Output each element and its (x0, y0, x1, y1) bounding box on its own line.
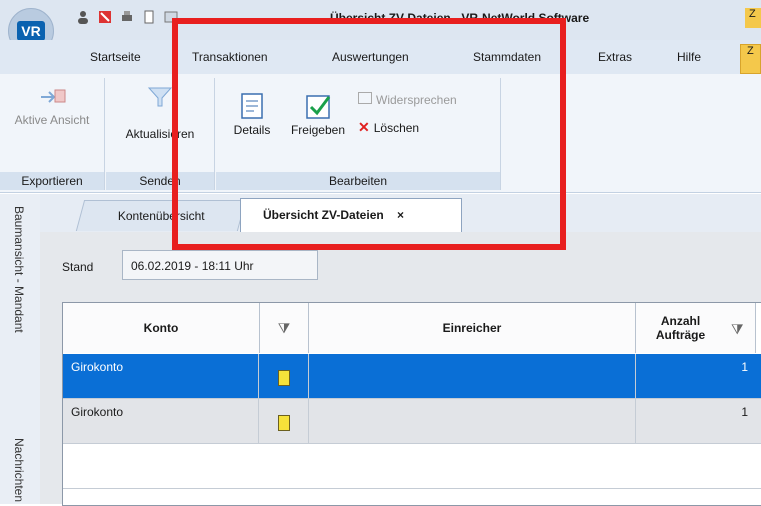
document-tab-bar: Kontenübersicht Übersicht ZV-Dateien × (40, 194, 761, 233)
app-logo-text: VR (17, 21, 45, 41)
print-icon[interactable] (120, 10, 134, 24)
group-label-senden: Senden (106, 172, 214, 190)
loeschen-button[interactable]: ✕ Löschen (358, 120, 478, 135)
doc-tab-kontenuebersicht-label: Kontenübersicht (117, 209, 205, 223)
checkmark-icon (306, 95, 331, 119)
details-icon (241, 93, 263, 119)
widersprechen-icon (358, 92, 372, 104)
details-label: Details (233, 123, 271, 137)
image-icon[interactable] (164, 10, 178, 24)
details-button[interactable]: Details (224, 92, 280, 137)
side-panel: Baumansicht - Mandant Nachrichten (0, 194, 41, 504)
cell-anzahl: 1 (741, 360, 748, 374)
table-row[interactable]: Girokonto 1 (63, 354, 761, 399)
delete-x-icon: ✕ (358, 119, 370, 135)
cell-einreicher (309, 354, 636, 398)
ribbon-group-bearbeiten: Details Freigeben Widersprechen ✕ Löschen… (216, 78, 501, 190)
freigeben-button[interactable]: Freigeben (280, 92, 356, 137)
cell-anzahl: 1 (741, 405, 748, 419)
widersprechen-button[interactable]: Widersprechen (358, 92, 500, 107)
export-arrow-icon (41, 89, 66, 103)
file-icon (278, 370, 290, 386)
aktive-ansicht-label: Aktive Ansicht (14, 113, 90, 127)
tab-active-fragment[interactable]: Z (740, 44, 761, 74)
stand-value-field: 06.02.2019 - 18:11 Uhr (122, 250, 318, 280)
doc-tab-zv-dateien[interactable]: Übersicht ZV-Dateien × (240, 198, 462, 233)
tab-hilfe[interactable]: Hilfe (677, 50, 701, 64)
column-header-filter[interactable]: ⧩ (260, 303, 309, 353)
close-tab-icon[interactable]: × (397, 208, 404, 222)
tab-startseite[interactable]: Startseite (90, 50, 141, 64)
freigeben-label: Freigeben (290, 123, 346, 137)
side-tab-nachrichten[interactable]: Nachrichten (12, 438, 26, 502)
aktualisieren-label: Aktualisieren (125, 127, 195, 141)
widersprechen-label: Widersprechen (376, 93, 457, 107)
tab-transaktionen[interactable]: Transaktionen (192, 50, 268, 64)
ribbon-group-exportieren: Aktive Ansicht Exportieren (0, 78, 105, 190)
table-row[interactable]: Girokonto 1 (63, 399, 761, 444)
quick-access-toolbar (76, 10, 178, 24)
title-right-fragment: Z (745, 8, 761, 28)
group-label-bearbeiten: Bearbeiten (216, 172, 500, 190)
aktualisieren-button[interactable]: Aktualisieren (110, 84, 210, 141)
cell-konto: Girokonto (63, 399, 259, 443)
document-icon[interactable] (142, 10, 156, 24)
anzahl-filter-icon[interactable]: ⧩ (731, 321, 744, 338)
aktive-ansicht-button[interactable]: Aktive Ansicht (12, 84, 92, 127)
cell-konto: Girokonto (63, 354, 259, 398)
tab-auswertungen[interactable]: Auswertungen (332, 50, 409, 64)
tab-stammdaten[interactable]: Stammdaten (473, 50, 541, 64)
tools-icon[interactable] (98, 10, 112, 24)
cell-icon (260, 399, 309, 443)
window-title: Übersicht ZV-Dateien - VR-NetWorld Softw… (330, 11, 590, 25)
ribbon: Aktive Ansicht Exportieren Aktualisieren… (0, 74, 761, 193)
user-icon[interactable] (76, 10, 90, 24)
doc-tab-zv-dateien-label: Übersicht ZV-Dateien (263, 208, 384, 222)
ribbon-group-senden: Aktualisieren Senden (106, 78, 215, 190)
group-label-exportieren: Exportieren (0, 172, 104, 190)
cell-icon (260, 354, 309, 398)
title-bar: VR Übersicht ZV-Dateien - VR-NetWorld So… (0, 0, 761, 54)
menu-tab-bar: Startseite Transaktionen Auswertungen St… (0, 40, 761, 75)
filter-funnel-icon (147, 87, 173, 107)
table-row-empty (63, 444, 761, 489)
filter-icon[interactable]: ⧩ (278, 320, 291, 337)
stand-label: Stand (62, 260, 94, 274)
cell-einreicher (309, 399, 636, 443)
file-icon (278, 415, 290, 431)
zv-dateien-table: Konto ⧩ Einreicher Anzahl Aufträge ⧩ Gir… (62, 302, 761, 506)
tab-extras[interactable]: Extras (598, 50, 632, 64)
loeschen-label: Löschen (373, 121, 420, 135)
side-tab-baumansicht[interactable]: Baumansicht - Mandant (12, 206, 26, 333)
doc-tab-kontenuebersicht[interactable]: Kontenübersicht (75, 200, 247, 231)
column-header-einreicher[interactable]: Einreicher (309, 303, 636, 353)
column-header-konto[interactable]: Konto (63, 303, 260, 353)
